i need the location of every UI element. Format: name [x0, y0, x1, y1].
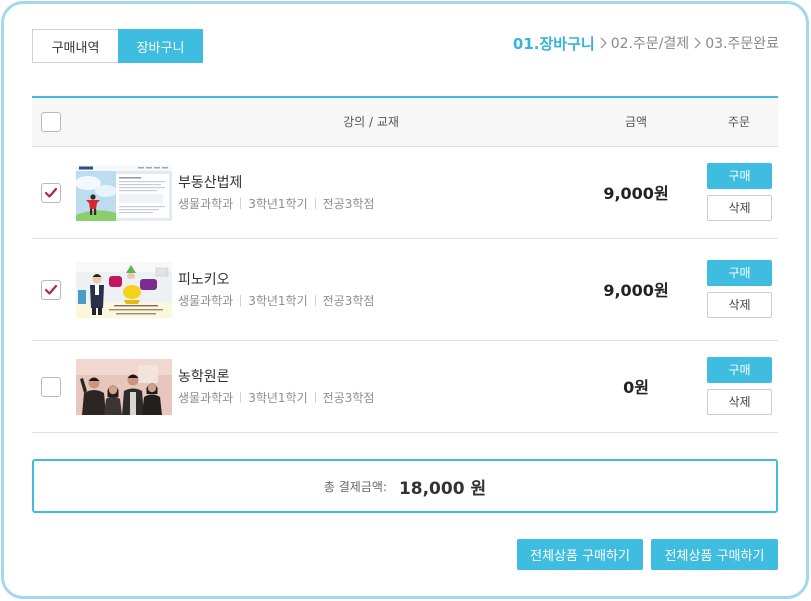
course-thumbnail-image: [76, 164, 172, 221]
step-order-complete: 03.주문완료: [705, 36, 779, 52]
step-cart: 01.장바구니: [512, 34, 595, 53]
buy-button[interactable]: 구매: [707, 162, 772, 189]
course-meta: 생물과학과 3학년1학기 전공3학점: [178, 196, 374, 212]
delete-button[interactable]: 삭제: [707, 291, 772, 318]
course-title: 피노키오: [178, 271, 230, 288]
course-thumbnail-image: [76, 261, 172, 318]
course-meta: 생물과학과 3학년1학기 전공3학점: [178, 293, 374, 309]
buy-button[interactable]: 구매: [707, 259, 772, 286]
tab-purchase-history[interactable]: 구매내역: [32, 29, 118, 63]
row-checkbox[interactable]: [41, 376, 61, 397]
buy-button[interactable]: 구매: [707, 356, 772, 383]
meta-divider: [240, 198, 242, 209]
meta-divider: [240, 392, 242, 403]
chevron-right-icon: [694, 37, 702, 49]
step-order-payment: 02.주문/결제: [610, 36, 690, 52]
select-all-checkbox[interactable]: [41, 112, 61, 132]
course-credit: 전공3학점: [322, 294, 375, 308]
order-steps: 01.장바구니 02.주문/결제 03.주문완료: [513, 33, 779, 53]
course-price: 9,000원: [603, 280, 669, 300]
course-thumbnail-image: [76, 358, 172, 415]
course-title: 농학원론: [178, 368, 230, 385]
row-checkbox[interactable]: [41, 182, 61, 203]
course-department: 생물과학과: [178, 294, 234, 308]
course-thumbnail: [76, 358, 172, 415]
table-row: 피노키오 생물과학과 3학년1학기 전공3학점 9,000원 구매 삭제: [32, 239, 778, 341]
course-title: 부동산법제: [178, 174, 243, 191]
course-department: 생물과학과: [178, 197, 234, 211]
delete-button[interactable]: 삭제: [707, 388, 772, 415]
meta-divider: [240, 295, 242, 306]
course-meta: 생물과학과 3학년1학기 전공3학점: [178, 390, 374, 406]
header-order: 주문: [727, 115, 751, 129]
table-row: 부동산법제 생물과학과 3학년1학기 전공3학점 9,000원 구매 삭제: [32, 147, 778, 239]
course-price: 0원: [623, 377, 649, 397]
course-credit: 전공3학점: [322, 391, 375, 405]
purchase-all-button[interactable]: 전체상품 구매하기: [651, 539, 778, 570]
course-term: 3학년1학기: [248, 391, 308, 405]
course-term: 3학년1학기: [248, 197, 308, 211]
course-credit: 전공3학점: [322, 197, 375, 211]
purchase-all-button[interactable]: 전체상품 구매하기: [517, 539, 643, 570]
check-icon: [44, 284, 58, 295]
header-course: 강의 / 교재: [343, 115, 399, 129]
total-payment-box: 총 결제금액: 18,000 원: [32, 459, 778, 513]
table-row: 농학원론 생물과학과 3학년1학기 전공3학점 0원 구매 삭제: [32, 341, 778, 433]
course-department: 생물과학과: [178, 391, 234, 405]
delete-button[interactable]: 삭제: [707, 194, 772, 221]
course-thumbnail: [76, 261, 172, 318]
course-term: 3학년1학기: [248, 294, 308, 308]
table-header: 강의 / 교재 금액 주문: [32, 96, 778, 147]
cart-table: 강의 / 교재 금액 주문 부동산법제 생물과학과 3학년1학기 전공3학점 9…: [32, 96, 778, 433]
check-icon: [44, 187, 58, 198]
total-payment-amount: 18,000 원: [398, 478, 487, 499]
header-price: 금액: [624, 115, 648, 129]
tab-cart[interactable]: 장바구니: [118, 29, 203, 63]
meta-divider: [314, 295, 316, 306]
total-payment-label: 총 결제금액:: [323, 479, 387, 494]
meta-divider: [314, 392, 316, 403]
course-thumbnail: [76, 164, 172, 221]
chevron-right-icon: [600, 37, 607, 49]
meta-divider: [314, 198, 316, 209]
course-price: 9,000원: [603, 183, 669, 203]
row-checkbox[interactable]: [41, 279, 61, 300]
